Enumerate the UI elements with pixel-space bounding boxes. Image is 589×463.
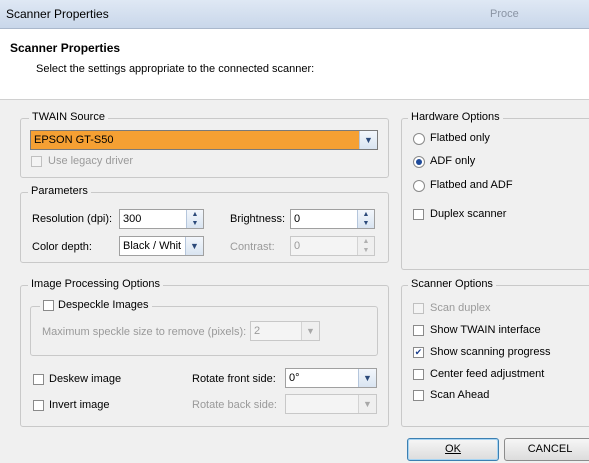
center-feed-label: Center feed adjustment <box>430 368 545 380</box>
scan-ahead-checkbox[interactable] <box>413 390 424 401</box>
twain-source-value: EPSON GT-S50 <box>34 134 114 146</box>
duplex-scanner-label: Duplex scanner <box>430 208 507 220</box>
parameters-legend: Parameters <box>28 185 91 197</box>
contrast-spinner[interactable]: 0 ▲ ▼ <box>290 236 375 256</box>
resolution-spinner[interactable]: 300 ▲ ▼ <box>119 209 204 229</box>
invert-checkbox[interactable] <box>33 400 44 411</box>
flatbed-adf-radio[interactable] <box>413 180 425 192</box>
color-depth-label: Color depth: <box>32 241 92 253</box>
contrast-label: Contrast: <box>230 241 275 253</box>
resolution-value: 300 <box>123 213 142 225</box>
deskew-label: Deskew image <box>49 373 122 385</box>
spin-arrows-icon[interactable]: ▲ ▼ <box>357 210 374 228</box>
despeckle-legend: Despeckle Images <box>40 299 152 311</box>
center-feed-checkbox[interactable] <box>413 369 424 380</box>
color-depth-select[interactable]: Black / Whit ▼ <box>119 236 204 256</box>
adf-only-radio[interactable] <box>413 156 425 168</box>
scan-ahead-label: Scan Ahead <box>430 389 490 401</box>
show-twain-checkbox[interactable] <box>413 325 424 336</box>
rotate-front-value: 0° <box>289 372 300 384</box>
show-progress-label: Show scanning progress <box>430 346 551 358</box>
window-title: Scanner Properties <box>6 7 109 21</box>
color-depth-value: Black / Whit <box>123 240 182 252</box>
contrast-value: 0 <box>294 240 301 252</box>
chevron-down-icon[interactable]: ▼ <box>358 395 376 413</box>
image-processing-legend: Image Processing Options <box>28 278 164 290</box>
chevron-down-icon[interactable]: ▼ <box>359 131 377 149</box>
use-legacy-label: Use legacy driver <box>48 155 133 167</box>
despeckle-checkbox[interactable] <box>43 300 54 311</box>
rotate-back-select[interactable]: ▼ <box>285 394 377 414</box>
cancel-button[interactable]: CANCEL <box>504 438 589 461</box>
ok-button-label: OK <box>445 443 461 455</box>
show-twain-label: Show TWAIN interface <box>430 324 541 336</box>
brightness-spinner[interactable]: 0 ▲ ▼ <box>290 209 375 229</box>
chevron-down-icon[interactable]: ▼ <box>301 322 319 340</box>
spin-arrows-icon[interactable]: ▲ ▼ <box>186 210 203 228</box>
speckle-size-select[interactable]: 2 ▼ <box>250 321 320 341</box>
twain-source-select[interactable]: EPSON GT-S50 ▼ <box>30 130 378 150</box>
flatbed-only-radio[interactable] <box>413 133 425 145</box>
duplex-scanner-checkbox[interactable] <box>413 209 424 220</box>
header-title: Scanner Properties <box>10 41 121 55</box>
show-progress-checkbox[interactable]: ✔ <box>413 347 424 358</box>
speckle-size-value: 2 <box>254 325 261 337</box>
scanner-options-legend: Scanner Options <box>408 278 496 290</box>
scan-duplex-label: Scan duplex <box>430 302 491 314</box>
rotate-front-label: Rotate front side: <box>192 373 276 385</box>
hardware-options-legend: Hardware Options <box>408 111 503 123</box>
brightness-value: 0 <box>294 213 301 225</box>
resolution-label: Resolution (dpi): <box>32 213 113 225</box>
scan-duplex-checkbox[interactable] <box>413 303 424 314</box>
deskew-checkbox[interactable] <box>33 374 44 385</box>
checkmark-icon: ✔ <box>414 347 423 357</box>
chevron-down-icon[interactable]: ▼ <box>185 237 203 255</box>
flatbed-adf-label: Flatbed and ADF <box>430 179 513 191</box>
rotate-back-label: Rotate back side: <box>192 399 277 411</box>
speckle-size-label: Maximum speckle size to remove (pixels): <box>42 326 247 338</box>
adf-only-label: ADF only <box>430 155 476 167</box>
brightness-label: Brightness: <box>230 213 286 225</box>
invert-label: Invert image <box>49 399 110 411</box>
header-subtitle: Select the settings appropriate to the c… <box>36 63 315 75</box>
cancel-button-label: CANCEL <box>527 443 573 455</box>
rotate-front-select[interactable]: 0° ▼ <box>285 368 377 388</box>
twain-source-legend: TWAIN Source <box>29 111 108 123</box>
radio-selected-dot <box>416 159 422 165</box>
background-window-title: Proce <box>490 8 519 20</box>
chevron-down-icon[interactable]: ▼ <box>358 369 376 387</box>
use-legacy-checkbox[interactable] <box>31 156 42 167</box>
spin-arrows-icon[interactable]: ▲ ▼ <box>357 237 374 255</box>
ok-button[interactable]: OK <box>407 438 499 461</box>
despeckle-label: Despeckle Images <box>58 299 149 311</box>
flatbed-only-label: Flatbed only <box>430 132 490 144</box>
